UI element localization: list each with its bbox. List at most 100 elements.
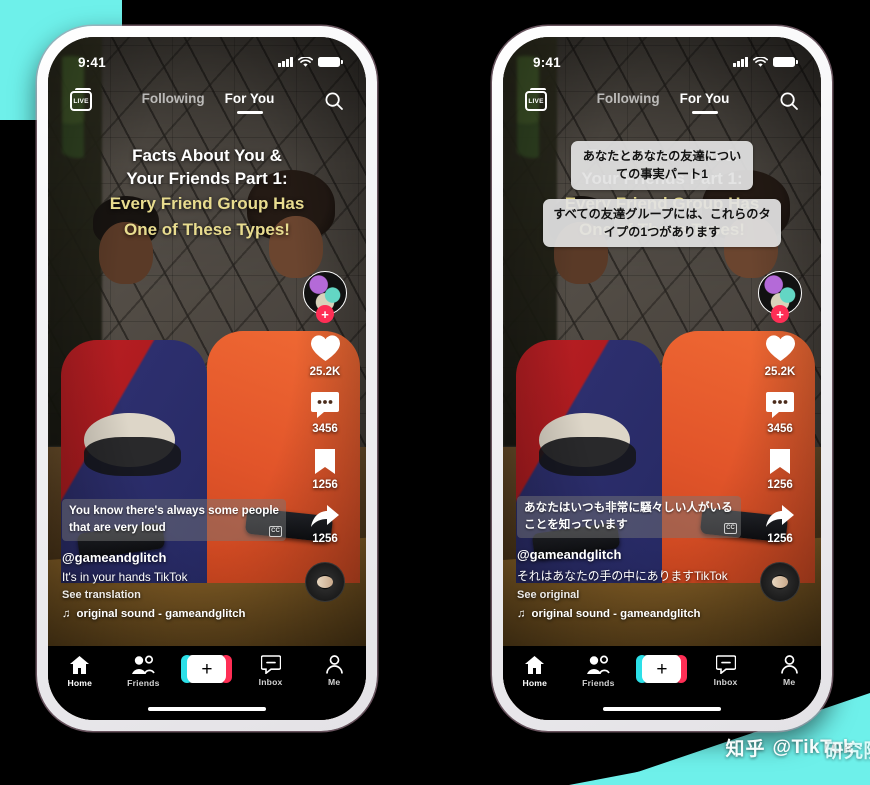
video-overlay-title: Facts About You & Your Friends Part 1: E… xyxy=(48,145,366,241)
subtitle-box: あなたはいつも非常に騒々しい人がいることを知っています CC xyxy=(517,496,741,538)
tab-me[interactable]: Me xyxy=(306,655,362,687)
heart-icon xyxy=(310,335,340,361)
home-indicator[interactable] xyxy=(148,706,266,711)
phone-mockup-translated: 9:41 LIVE Following For You あなたとあなたの友達につ… xyxy=(492,26,832,731)
live-icon[interactable]: LIVE xyxy=(70,88,92,111)
closed-caption-icon[interactable]: CC xyxy=(269,526,282,537)
create-plus-glyph: + xyxy=(187,655,227,683)
zhihu-watermark: 知乎 @TikTok 研究院院眠 xyxy=(725,734,870,762)
search-icon[interactable] xyxy=(779,91,799,111)
bookmark-button[interactable]: 1256 xyxy=(767,448,793,491)
follow-button[interactable]: + xyxy=(316,305,334,323)
tab-create[interactable]: + xyxy=(179,655,235,683)
comment-icon xyxy=(766,392,794,418)
tab-home[interactable]: Home xyxy=(507,655,563,688)
tab-friends[interactable]: Friends xyxy=(115,655,171,688)
inbox-icon xyxy=(715,655,736,674)
see-translation-link[interactable]: See translation xyxy=(62,589,286,601)
caption-block: あなたはいつも非常に騒々しい人がいることを知っています CC @gameandg… xyxy=(517,496,741,620)
caption-block: You know there's always some people that… xyxy=(62,499,286,620)
music-note-icon: ♫ xyxy=(62,608,71,620)
live-icon[interactable]: LIVE xyxy=(525,88,547,111)
sound-row[interactable]: ♫ original sound - gameandglitch xyxy=(517,608,741,620)
top-navigation: LIVE Following For You xyxy=(503,81,821,121)
inbox-icon xyxy=(260,655,281,674)
creator-handle[interactable]: @gameandglitch xyxy=(517,547,741,562)
comment-button[interactable]: 3456 xyxy=(310,391,340,435)
home-icon xyxy=(525,656,545,674)
subtitle-text: あなたはいつも非常に騒々しい人がいることを知っています xyxy=(524,501,733,532)
create-plus-glyph: + xyxy=(642,655,682,683)
sound-row[interactable]: ♫ original sound - gameandglitch xyxy=(62,608,286,620)
closed-caption-icon[interactable]: CC xyxy=(724,523,737,534)
person-icon xyxy=(780,655,798,674)
tab-inbox[interactable]: Inbox xyxy=(243,655,299,687)
share-button[interactable]: 1256 xyxy=(765,504,795,545)
friends-icon xyxy=(132,655,156,674)
wifi-icon xyxy=(753,56,768,67)
bookmark-icon xyxy=(770,449,790,474)
action-rail: + 25.2K 3456 1256 1256 xyxy=(296,271,354,602)
share-button[interactable]: 1256 xyxy=(310,504,340,545)
music-disc-icon[interactable] xyxy=(305,562,345,602)
cellular-bars-icon xyxy=(278,57,293,67)
creator-handle[interactable]: @gameandglitch xyxy=(62,550,286,565)
create-plus-icon[interactable]: + xyxy=(636,655,688,683)
subtitle-box: You know there's always some people that… xyxy=(62,499,286,541)
heart-icon xyxy=(765,335,795,361)
tab-me-label: Me xyxy=(328,677,341,687)
watermark-handle-wrap: @TikTok 研究院院眠 xyxy=(772,737,870,762)
tab-following[interactable]: Following xyxy=(597,91,660,112)
tab-me[interactable]: Me xyxy=(761,655,817,687)
overlay-line-1: Facts About You & xyxy=(132,146,282,165)
tab-home[interactable]: Home xyxy=(52,655,108,688)
overlay-line-4: One of These Types! xyxy=(124,219,290,239)
sound-title: original sound - gameandglitch xyxy=(531,608,701,620)
create-plus-icon[interactable]: + xyxy=(181,655,233,683)
bookmark-button[interactable]: 1256 xyxy=(312,448,338,491)
bookmark-count: 1256 xyxy=(312,479,338,491)
tab-for-you[interactable]: For You xyxy=(225,91,275,112)
status-bar: 9:41 xyxy=(48,37,366,77)
battery-full-icon xyxy=(318,57,343,67)
avatar[interactable]: + xyxy=(303,271,347,323)
follow-button[interactable]: + xyxy=(771,305,789,323)
phone-comparison-stage: 9:41 LIVE Following For You Facts About … xyxy=(0,0,870,785)
like-button[interactable]: 25.2K xyxy=(310,334,341,378)
tab-home-label: Home xyxy=(67,678,93,688)
avatar[interactable]: + xyxy=(758,271,802,323)
video-description: それはあなたの手の中にありますTikTok xyxy=(517,569,728,583)
watermark-site: 知乎 xyxy=(725,739,766,760)
overlay-line-2: Your Friends Part 1: xyxy=(126,168,288,188)
share-count: 1256 xyxy=(312,533,338,545)
overlay-line-3: Every Friend Group Has xyxy=(109,194,305,214)
tab-following[interactable]: Following xyxy=(142,91,205,112)
tab-friends-label: Friends xyxy=(127,678,160,688)
status-clock: 9:41 xyxy=(78,54,106,70)
friends-icon xyxy=(587,655,611,674)
tab-friends[interactable]: Friends xyxy=(570,655,626,688)
bookmark-count: 1256 xyxy=(767,479,793,491)
phone-mockup-original: 9:41 LIVE Following For You Facts About … xyxy=(37,26,377,731)
watermark-overlay-text: 研究院院眠 xyxy=(824,740,870,762)
tab-create[interactable]: + xyxy=(634,655,690,683)
sound-title: original sound - gameandglitch xyxy=(76,608,246,620)
tab-home-label: Home xyxy=(522,678,548,688)
comment-count: 3456 xyxy=(312,423,338,435)
home-icon xyxy=(70,656,90,674)
home-indicator[interactable] xyxy=(603,706,721,711)
tiktok-screen-translated: 9:41 LIVE Following For You あなたとあなたの友達につ… xyxy=(503,37,821,720)
tab-inbox[interactable]: Inbox xyxy=(698,655,754,687)
tab-for-you[interactable]: For You xyxy=(680,91,730,112)
like-button[interactable]: 25.2K xyxy=(765,334,796,378)
like-count: 25.2K xyxy=(764,366,796,378)
comment-icon xyxy=(311,392,339,418)
search-icon[interactable] xyxy=(324,91,344,111)
comment-button[interactable]: 3456 xyxy=(765,391,795,435)
translation-bubbles: あなたとあなたの友達についての事実パート1 すべての友達グループには、これらのタ… xyxy=(503,141,821,256)
status-indicators xyxy=(278,56,343,68)
action-rail: + 25.2K 3456 1256 1256 xyxy=(751,271,809,602)
music-disc-icon[interactable] xyxy=(760,562,800,602)
see-original-link[interactable]: See original xyxy=(517,589,741,601)
translation-bubble-2: すべての友達グループには、これらのタイプの1つがあります xyxy=(543,198,781,248)
